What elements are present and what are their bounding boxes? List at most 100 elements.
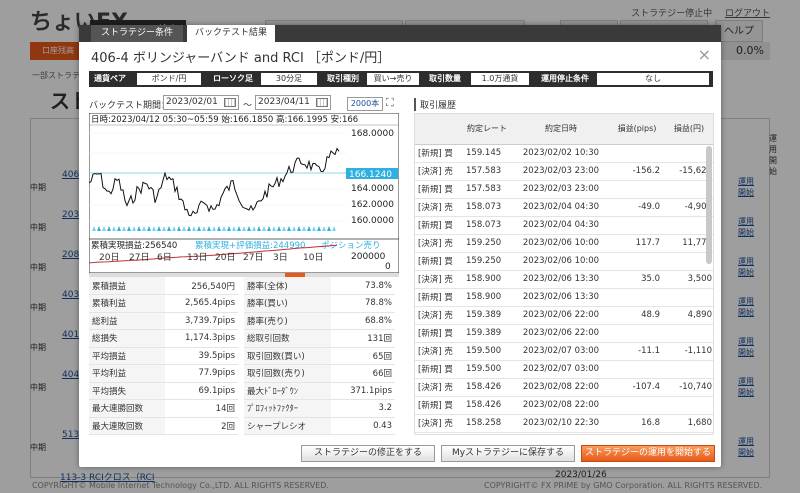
calendar-icon[interactable] (224, 98, 236, 107)
history-row: [決済] 売 158.426 2023/02/08 22:00 -107.4 -10,7… (415, 378, 713, 397)
history-cell: 35.0 (611, 270, 663, 289)
history-row: [新規] 買 157.583 2023/02/03 23:00 (415, 180, 713, 199)
history-cell: 2023/02/07 03:00 (511, 360, 611, 379)
history-row: [新規] 買 159.389 2023/02/06 22:00 (415, 324, 713, 343)
modal-tabs: ストラテジー条件 バックテスト結果 (79, 25, 721, 42)
history-cell: [新規] 買 (415, 396, 463, 415)
stat-label: 平均損失 (89, 382, 165, 400)
parameter-bar: 通貨ペア ポンド/円 ローソク足 30分足 取引種別 買い→売り 取引数量 1.… (89, 71, 713, 87)
stat-label: 最大連勝回数 (89, 399, 165, 418)
history-cell (663, 324, 713, 343)
history-cell: 1,680 (663, 414, 713, 433)
stats-table: 累積損益 256,540円 勝率(全体) 73.8% 累積利益 2,565.4pips 勝率… (89, 277, 395, 435)
history-row: [決済] 売 158.900 2023/02/06 13:30 35.0 3,500 (415, 270, 713, 289)
history-cell: 159.250 (463, 252, 511, 271)
stat-value: 14回 (165, 399, 244, 418)
history-row: [新規] 買 159.250 2023/02/06 10:00 (415, 252, 713, 271)
period-separator: ～ (243, 101, 253, 111)
param-label-pair: 通貨ペア (94, 74, 126, 83)
history-cell (611, 144, 663, 163)
stat-value: 77.9pips (165, 364, 244, 383)
calendar-icon[interactable] (316, 98, 328, 107)
history-cell (663, 396, 713, 415)
history-cell (611, 216, 663, 235)
date-from-value: 2023/02/01 (166, 97, 218, 107)
start-strategy-button[interactable]: ストラテジーの運用を開始する (581, 445, 715, 462)
history-cell (611, 360, 663, 379)
history-cell: 159.145 (463, 144, 511, 163)
history-cell: 2023/02/06 10:00 (511, 252, 611, 271)
history-cell: 2023/02/10 22:30 (511, 432, 611, 434)
history-cell: 2023/02/06 13:30 (511, 288, 611, 307)
history-row: [決済] 売 158.073 2023/02/04 04:30 -49.0 -4,900 (415, 198, 713, 217)
history-cell: 2023/02/06 22:00 (511, 306, 611, 325)
history-cell (611, 432, 663, 434)
x-tick: 3日 (273, 253, 288, 263)
history-row: [新規] 買 158.426 2023/02/08 22:00 (415, 396, 713, 415)
x-tick: 6日 (157, 253, 172, 263)
history-cell: [新規] 買 (415, 432, 463, 434)
history-cell: 16.8 (611, 414, 663, 433)
history-cell: 2023/02/06 22:00 (511, 324, 611, 343)
param-label-candle: ローソク足 (213, 74, 253, 83)
history-cell: [決済] 売 (415, 270, 463, 289)
param-label-trade-type: 取引種別 (327, 74, 359, 83)
history-cell (663, 288, 713, 307)
history-cell: [新規] 買 (415, 288, 463, 307)
stat-label: 最大ﾄﾞﾛｰﾀﾞｳﾝ (241, 382, 332, 400)
history-cell: [決済] 売 (415, 234, 463, 253)
history-row: [新規] 買 158.073 2023/02/04 04:30 (415, 216, 713, 235)
x-tick: 20日 (215, 253, 236, 263)
history-cell: 4,890 (663, 306, 713, 325)
trade-history-title: 取引履歴 (414, 98, 456, 111)
stat-value: 3,739.7pips (165, 312, 244, 330)
stat-value: 1,174.3pips (165, 329, 244, 348)
history-cell (663, 360, 713, 379)
history-cell: 2023/02/10 22:30 (511, 414, 611, 433)
stat-value: 371.1pips (331, 382, 395, 400)
history-cell: 157.583 (463, 180, 511, 199)
stat-label: 勝率(全体) (241, 277, 332, 295)
stat-label: 累積損益 (89, 277, 165, 295)
history-col-header: 損益(円) (663, 114, 713, 145)
stat-label: 取引回数(売り) (241, 364, 332, 383)
history-scrollbar[interactable] (706, 146, 712, 264)
history-cell: 2023/02/04 04:30 (511, 216, 611, 235)
history-cell: 158.900 (463, 270, 511, 289)
history-cell: [決済] 売 (415, 162, 463, 181)
history-cell: 2023/02/08 22:00 (511, 378, 611, 397)
candle-count-button[interactable]: 2000本 (347, 97, 383, 111)
history-cell: 158.073 (463, 198, 511, 217)
history-cell: [決済] 売 (415, 378, 463, 397)
modify-strategy-button[interactable]: ストラテジーの修正をする (301, 445, 435, 462)
backtest-chart[interactable]: 日時:2023/04/12 05:30~05:59 始:166.1850 高:1… (89, 113, 399, 273)
close-icon[interactable]: × (698, 45, 711, 64)
stat-value: 73.8% (331, 277, 395, 295)
date-from-input[interactable]: 2023/02/01 (163, 95, 239, 110)
save-my-strategy-button[interactable]: Myストラテジーに保存する (441, 445, 575, 462)
history-cell: [決済] 売 (415, 342, 463, 361)
tab-backtest-results[interactable]: バックテスト結果 (187, 25, 275, 42)
history-cell: 159.500 (463, 342, 511, 361)
expand-icon[interactable]: ⛶ (386, 97, 398, 109)
trade-history-table: 約定レート 約定日時 損益(pips) 損益(円) [新規] 買 159.145 2023… (414, 113, 714, 435)
chart-x-axis: 20日 27日 6日 13日 20日 27日 3日 10日 (89, 250, 399, 263)
chart-ohlc-header: 日時:2023/04/12 05:30~05:59 始:166.1850 高:1… (91, 114, 358, 125)
history-cell: 159.500 (463, 360, 511, 379)
param-label-quantity: 取引数量 (429, 74, 461, 83)
date-to-input[interactable]: 2023/04/11 (255, 95, 331, 110)
history-cell: 2023/02/04 04:30 (511, 198, 611, 217)
history-cell (611, 288, 663, 307)
history-cell: [決済] 売 (415, 306, 463, 325)
tab-strategy-conditions[interactable]: ストラテジー条件 (91, 25, 183, 42)
history-cell (611, 324, 663, 343)
stats-row: 累積利益 2,565.4pips 勝率(買い) 78.8% (89, 294, 395, 313)
param-value-trade-type: 買い→売り (367, 73, 419, 85)
stats-row: 総損失 1,174.3pips 総取引回数 131回 (89, 329, 395, 348)
backtest-modal: ストラテジー条件 バックテスト結果 406-4 ボリンジャーバンド and RC… (79, 25, 721, 467)
price-tick: 168.0000 (351, 129, 394, 139)
stat-label: 総利益 (89, 312, 165, 330)
stat-value: 0.43 (331, 417, 395, 435)
date-to-value: 2023/04/11 (258, 97, 310, 107)
history-row: [決済] 売 159.500 2023/02/07 03:00 -11.1 -1,110 (415, 342, 713, 361)
